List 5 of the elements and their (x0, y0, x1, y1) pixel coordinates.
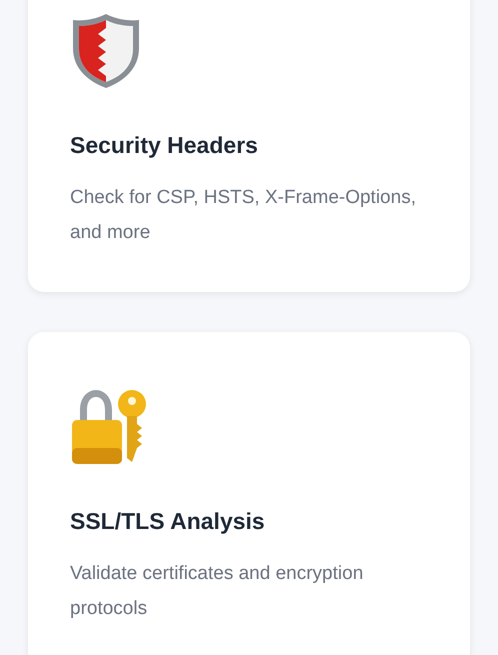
card-description: Check for CSP, HSTS, X-Frame-Options, and more (70, 186, 417, 245)
shield-icon (70, 12, 142, 90)
card-description: Validate certificates and encryption protocols (70, 562, 364, 621)
card-title: SSL/TLS Analysis (70, 507, 266, 536)
card-title: Security Headers (70, 131, 259, 160)
